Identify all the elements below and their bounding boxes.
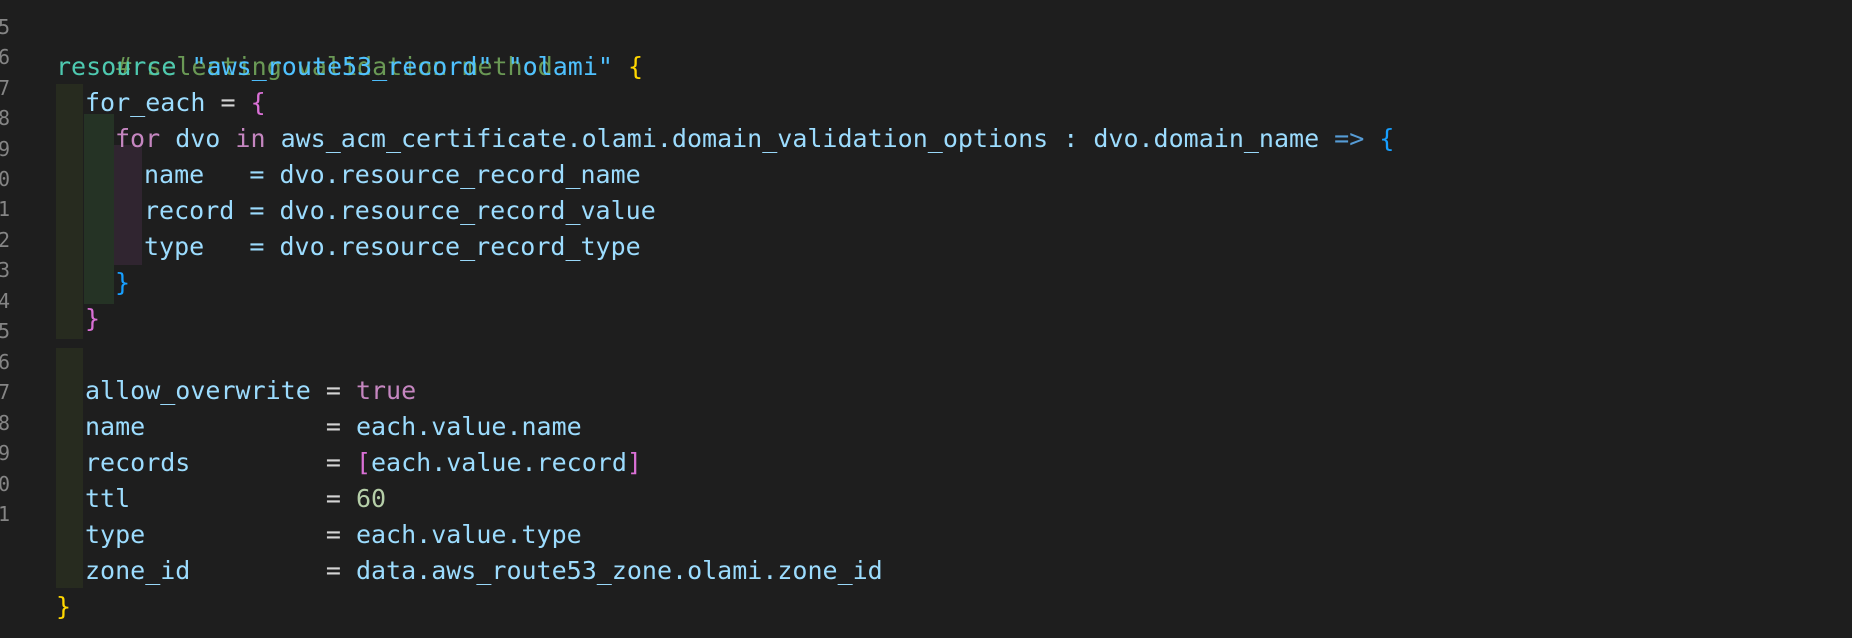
code-line: # selecting validation method — [56, 13, 553, 81]
line-number: 1 — [0, 502, 10, 526]
boolean-token: true — [355, 376, 417, 405]
bracket-token: { — [628, 52, 644, 81]
code-line: records = [each.value.record] — [85, 445, 642, 481]
operator-token: = — [130, 484, 356, 513]
expression-token: = dvo.resource_record_type — [204, 232, 641, 261]
bracket-token: } — [115, 268, 131, 297]
code-line: type = each.value.type — [85, 517, 582, 553]
code-line: ttl = 60 — [85, 481, 386, 517]
expression-token: = dvo.resource_record_value — [234, 196, 656, 225]
bracket-token: } — [56, 592, 72, 621]
control-keyword-token: in — [235, 124, 266, 153]
code-line: type = dvo.resource_record_type — [144, 229, 641, 265]
code-line: zone_id = data.aws_route53_zone.olami.zo… — [85, 553, 883, 589]
code-line: for dvo in aws_acm_certificate.olami.dom… — [115, 121, 1394, 157]
expression-token: = dvo.resource_record_name — [204, 160, 641, 189]
number-token: 60 — [355, 484, 387, 513]
bracket-token: ] — [626, 448, 642, 477]
operator-token: = — [190, 556, 356, 585]
expression-token: each.value.name — [355, 412, 582, 441]
expression-token: each.value.type — [355, 520, 582, 549]
code-line: resource "aws_route53_record" "olami" { — [56, 49, 643, 85]
code-line: for_each = { — [85, 85, 266, 121]
code-line: } — [56, 589, 71, 625]
control-keyword-token: for — [115, 124, 161, 153]
code-line: record = dvo.resource_record_value — [144, 193, 656, 229]
code-line: allow_overwrite = true — [85, 373, 416, 409]
attribute-token: type — [144, 232, 205, 261]
bracket-token: } — [85, 304, 101, 333]
attribute-token: zone_id — [85, 556, 191, 585]
code-line: } — [85, 301, 100, 337]
attribute-token: records — [85, 448, 191, 477]
indent-guide-level3 — [114, 145, 142, 265]
arrow-token: => — [1334, 124, 1365, 153]
identifier-token: dvo — [160, 124, 236, 153]
attribute-token: allow_overwrite — [85, 376, 311, 405]
bracket-token: [ — [355, 448, 371, 477]
operator-token: = — [205, 88, 251, 117]
expression-token: data.aws_route53_zone.olami.zone_id — [355, 556, 883, 585]
attribute-token: ttl — [85, 484, 131, 513]
expression-token: aws_acm_certificate.olami.domain_validat… — [265, 124, 1335, 153]
bracket-token: { — [250, 88, 266, 117]
keyword-token: resource — [56, 52, 177, 81]
string-token: "aws_route53_record" — [191, 52, 493, 81]
code-line: } — [115, 265, 130, 301]
operator-token: = — [310, 376, 356, 405]
indent-guide-level1 — [56, 348, 83, 588]
attribute-token: record — [144, 196, 235, 225]
attribute-token: name — [85, 412, 146, 441]
indent-guide-level1 — [56, 84, 83, 339]
operator-token: = — [145, 412, 356, 441]
code-editor[interactable]: 5 6 7 8 9 0 1 2 3 4 5 6 7 8 9 0 1 # sele… — [0, 0, 1852, 638]
expression-token: each.value.record — [371, 448, 627, 477]
code-line: name = each.value.name — [85, 409, 582, 445]
attribute-token: name — [144, 160, 205, 189]
operator-token: = — [190, 448, 356, 477]
indent-guide-level2 — [84, 114, 114, 304]
operator-token: = — [145, 520, 356, 549]
line-number-gutter: 5 6 7 8 9 0 1 2 3 4 5 6 7 8 9 0 1 — [0, 0, 14, 638]
attribute-token: for_each — [85, 88, 206, 117]
bracket-token: { — [1379, 124, 1395, 153]
string-token: "olami" — [507, 52, 613, 81]
attribute-token: type — [85, 520, 146, 549]
code-line: name = dvo.resource_record_name — [144, 157, 641, 193]
